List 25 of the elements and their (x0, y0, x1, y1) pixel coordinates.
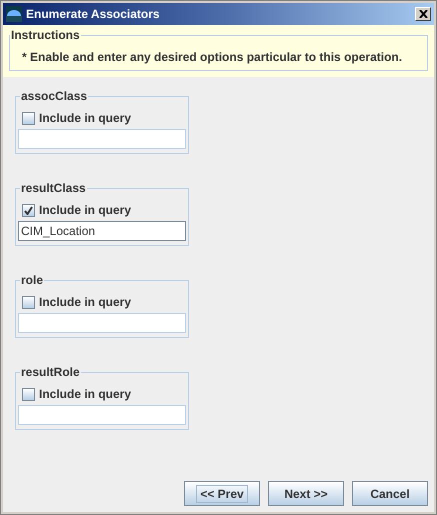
close-icon (418, 10, 428, 18)
input-field[interactable]: CIM_Location (18, 221, 186, 241)
input-field[interactable] (18, 129, 186, 149)
app-logo-icon (6, 6, 22, 22)
checkbox[interactable] (22, 296, 35, 308)
close-button[interactable] (415, 7, 431, 21)
checkbox[interactable] (22, 388, 35, 400)
checkbox-label: Include in query (39, 203, 132, 217)
checkbox-label: Include in query (39, 295, 132, 309)
instructions-title: Instructions (10, 28, 81, 42)
checkbox[interactable] (22, 204, 35, 216)
checkbox-label: Include in query (39, 387, 132, 401)
dialog-button[interactable]: Cancel (352, 481, 428, 506)
dialog-button[interactable]: Next >> (268, 481, 344, 506)
instructions-text: * Enable and enter any desired options particular to this operation. (22, 50, 404, 64)
window-title: Enumerate Associators (26, 7, 161, 21)
checkbox[interactable] (22, 112, 35, 124)
input-field[interactable] (18, 405, 186, 425)
group-title: resultClass (20, 181, 87, 195)
group-title: resultRole (20, 365, 81, 379)
group-title: role (20, 273, 44, 287)
checkbox-label: Include in query (39, 111, 132, 125)
dialog-button[interactable]: << Prev (184, 481, 260, 506)
input-field[interactable] (18, 313, 186, 333)
group-title: assocClass (20, 89, 88, 103)
